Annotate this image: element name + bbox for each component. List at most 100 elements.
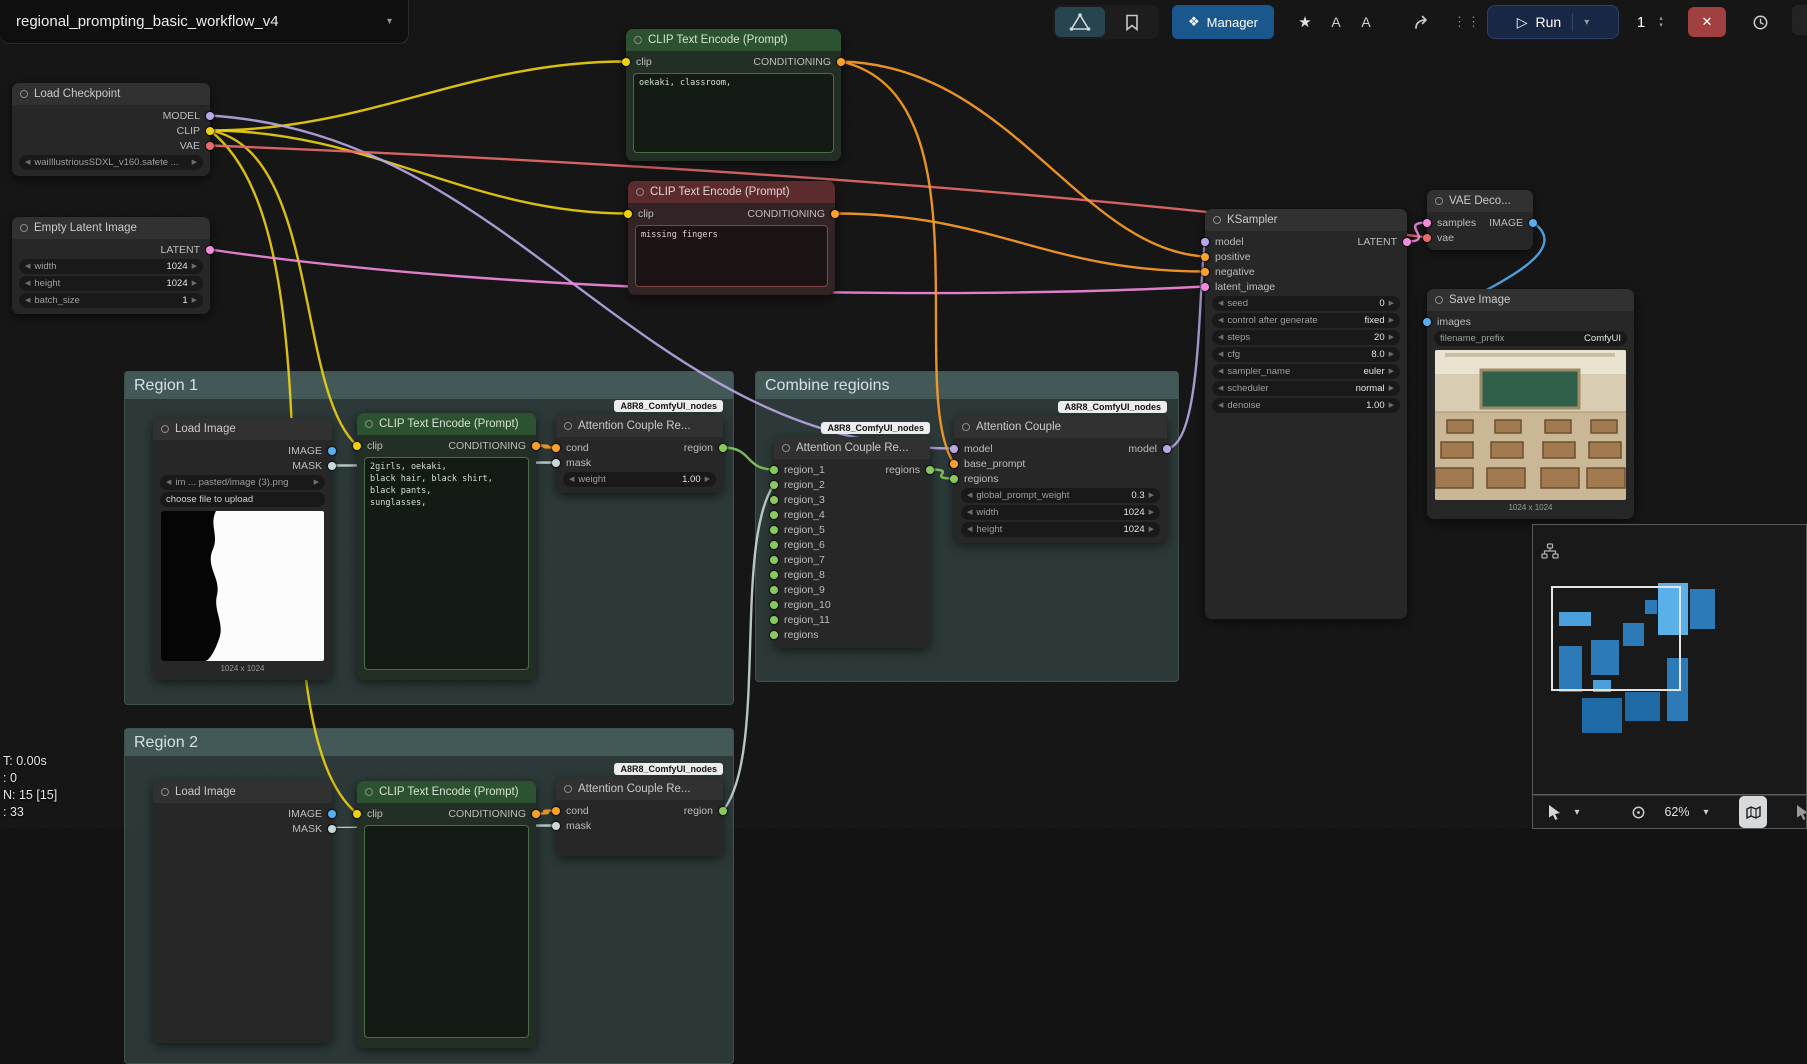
arrow-left-icon[interactable]: ◀	[1218, 317, 1223, 324]
input-port-region_9[interactable]	[770, 586, 778, 594]
prompt-text[interactable]: oekaki, classroom,	[633, 73, 834, 153]
chevron-down-icon[interactable]: ▾	[387, 16, 392, 27]
input-port-model[interactable]	[950, 445, 958, 453]
extra-tool-button[interactable]	[1789, 796, 1807, 828]
output-port-region[interactable]	[719, 807, 727, 815]
collapse-dot[interactable]	[1213, 216, 1221, 224]
widget-width[interactable]: ◀width1024▶	[961, 505, 1160, 520]
input-port-clip[interactable]	[622, 58, 630, 66]
node-header[interactable]: CLIP Text Encode (Prompt)	[357, 781, 536, 803]
arrow-left-icon[interactable]: ◀	[25, 159, 30, 166]
output-port-LATENT[interactable]	[1403, 238, 1411, 246]
collapse-dot[interactable]	[782, 444, 790, 452]
widget-control-after-generate[interactable]: ◀control after generatefixed▶	[1212, 313, 1400, 328]
node-header[interactable]: Load Image	[153, 418, 332, 440]
prompt-text[interactable]: 2girls, oekaki, black hair, black shirt,…	[364, 457, 529, 670]
node-header[interactable]: Attention Couple Re...	[556, 778, 723, 800]
input-port-cond[interactable]	[552, 807, 560, 815]
star-button[interactable]: ★	[1290, 5, 1320, 39]
output-port-model[interactable]	[1163, 445, 1171, 453]
arrow-left-icon[interactable]: ◀	[166, 479, 171, 486]
output-port-region[interactable]	[719, 444, 727, 452]
arrow-left-icon[interactable]: ◀	[25, 263, 30, 270]
collapse-dot[interactable]	[20, 224, 28, 232]
arrow-right-icon[interactable]: ▶	[1389, 300, 1394, 307]
collapse-dot[interactable]	[365, 788, 373, 796]
input-port-region_5[interactable]	[770, 526, 778, 534]
input-port-model[interactable]	[1201, 238, 1209, 246]
zoom-chevron-icon[interactable]: ▾	[1699, 796, 1713, 828]
input-port-region_2[interactable]	[770, 481, 778, 489]
queue-count-stepper[interactable]: ▴ ▾	[1654, 5, 1668, 39]
arrow-left-icon[interactable]: ◀	[967, 492, 972, 499]
output-port-CONDITIONING[interactable]	[837, 58, 845, 66]
collapse-dot[interactable]	[636, 188, 644, 196]
arrow-right-icon[interactable]: ▶	[1149, 509, 1154, 516]
output-port-MODEL[interactable]	[206, 112, 214, 120]
interrupt-button[interactable]: ✕	[1688, 7, 1726, 37]
minimap-toggle-button[interactable]	[1739, 796, 1767, 828]
output-port-CONDITIONING[interactable]	[532, 810, 540, 818]
widget-global_prompt_weight[interactable]: ◀global_prompt_weight0.3▶	[961, 488, 1160, 503]
collapse-dot[interactable]	[564, 785, 572, 793]
input-port-region_4[interactable]	[770, 511, 778, 519]
font-alt-button[interactable]: A	[1352, 5, 1380, 39]
widget-im-pasted-image-3-png[interactable]: ◀im ... pasted/image (3).png▶	[160, 475, 325, 490]
node-header[interactable]: Save Image	[1427, 289, 1634, 311]
queue-count[interactable]: 1	[1628, 5, 1654, 39]
input-port-region_10[interactable]	[770, 601, 778, 609]
arrow-right-icon[interactable]: ▶	[314, 479, 319, 486]
run-button[interactable]: ▷ Run ▾	[1487, 5, 1619, 39]
prompt-text[interactable]: missing fingers	[635, 225, 828, 287]
input-port-negative[interactable]	[1201, 268, 1209, 276]
comfyui-logo-button[interactable]	[1055, 7, 1105, 37]
output-port-LATENT[interactable]	[206, 246, 214, 254]
widget-weight[interactable]: ◀weight1.00▶	[563, 472, 716, 487]
output-port-CONDITIONING[interactable]	[831, 210, 839, 218]
collapse-dot[interactable]	[634, 36, 642, 44]
node-header[interactable]: KSampler	[1205, 209, 1407, 231]
output-port-CLIP[interactable]	[206, 127, 214, 135]
arrow-right-icon[interactable]: ▶	[1149, 492, 1154, 499]
input-port-regions[interactable]	[950, 475, 958, 483]
share-button[interactable]	[1406, 5, 1438, 39]
node-header[interactable]: CLIP Text Encode (Prompt)	[626, 29, 841, 51]
input-port-region_7[interactable]	[770, 556, 778, 564]
grip-handle[interactable]: ⋮⋮	[1456, 5, 1478, 39]
output-port-IMAGE[interactable]	[328, 810, 336, 818]
arrow-right-icon[interactable]: ▶	[192, 263, 197, 270]
node-header[interactable]: Load Image	[153, 781, 332, 803]
pointer-tool-button[interactable]	[1541, 796, 1567, 828]
arrow-right-icon[interactable]: ▶	[1389, 317, 1394, 324]
collapse-dot[interactable]	[962, 423, 970, 431]
widget-denoise[interactable]: ◀denoise1.00▶	[1212, 398, 1400, 413]
input-port-mask[interactable]	[552, 822, 560, 830]
input-port-clip[interactable]	[353, 442, 361, 450]
input-port-latent_image[interactable]	[1201, 283, 1209, 291]
arrow-right-icon[interactable]: ▶	[705, 476, 710, 483]
collapse-dot[interactable]	[161, 788, 169, 796]
arrow-left-icon[interactable]: ◀	[967, 509, 972, 516]
arrow-right-icon[interactable]: ▶	[1389, 368, 1394, 375]
output-port-regions[interactable]	[926, 466, 934, 474]
arrow-right-icon[interactable]: ▶	[1389, 351, 1394, 358]
zoom-control[interactable]: 62%	[1657, 796, 1697, 828]
widget-sampler_name[interactable]: ◀sampler_nameeuler▶	[1212, 364, 1400, 379]
input-port-region_1[interactable]	[770, 466, 778, 474]
output-port-IMAGE[interactable]	[1529, 219, 1537, 227]
chevron-down-icon[interactable]: ▾	[1659, 22, 1663, 29]
sidebar-toggle-button[interactable]	[1792, 5, 1807, 35]
input-port-samples[interactable]	[1423, 219, 1431, 227]
input-port-cond[interactable]	[552, 444, 560, 452]
collapse-dot[interactable]	[564, 422, 572, 430]
collapse-dot[interactable]	[365, 420, 373, 428]
chevron-up-icon[interactable]: ▴	[1659, 15, 1663, 22]
arrow-left-icon[interactable]: ◀	[1218, 300, 1223, 307]
input-port-vae[interactable]	[1423, 234, 1431, 242]
output-port-MASK[interactable]	[328, 825, 336, 833]
input-port-clip[interactable]	[353, 810, 361, 818]
node-header[interactable]: Load Checkpoint	[12, 83, 210, 105]
widget-scheduler[interactable]: ◀schedulernormal▶	[1212, 381, 1400, 396]
input-port-region_8[interactable]	[770, 571, 778, 579]
arrow-left-icon[interactable]: ◀	[1218, 385, 1223, 392]
